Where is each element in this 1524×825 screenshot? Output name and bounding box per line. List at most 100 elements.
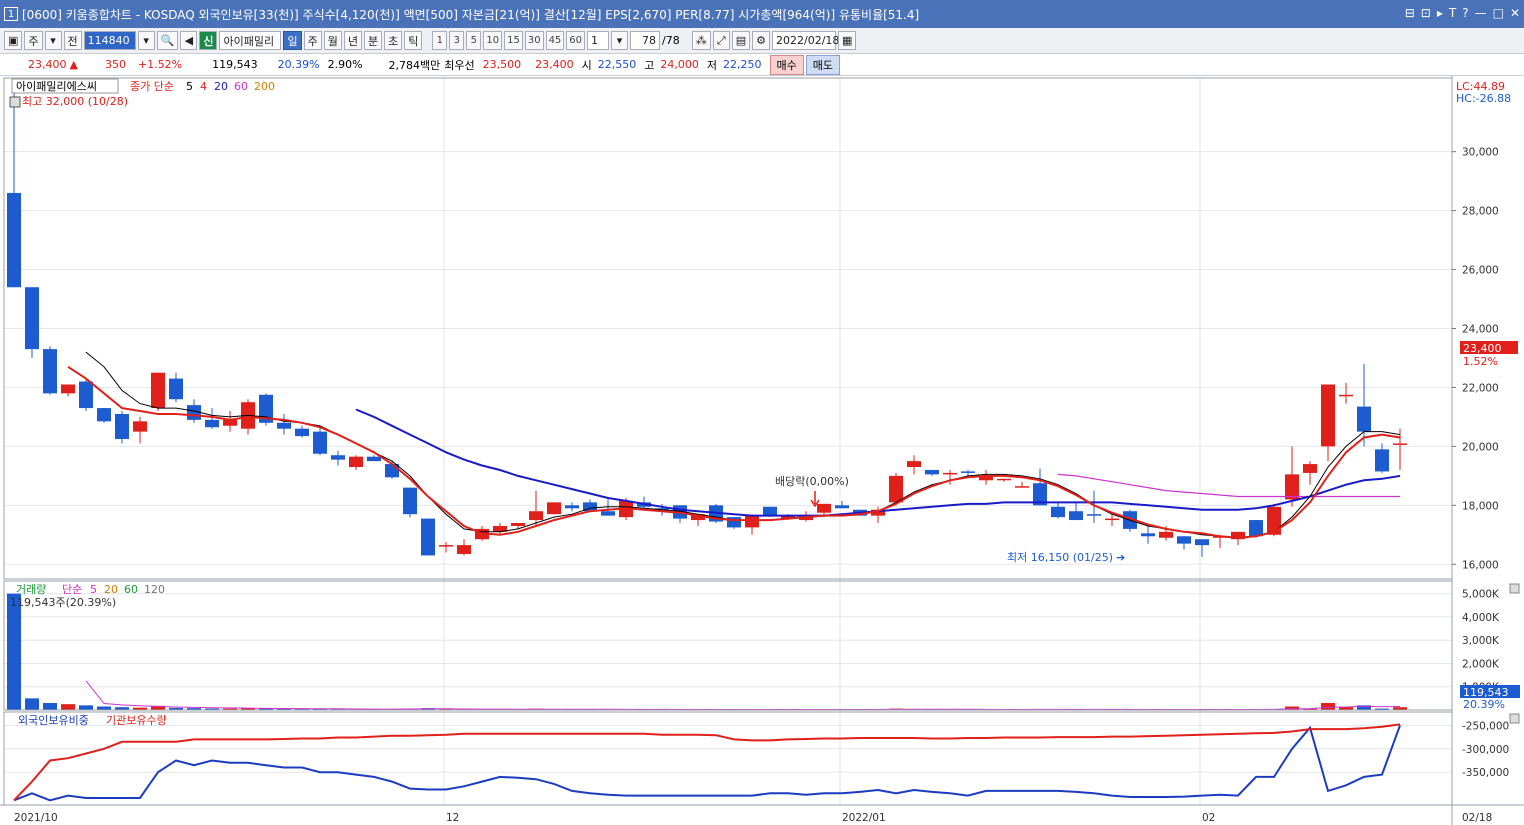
legend-ma200: 200 [254,80,275,93]
legend-ma60: 60 [234,80,248,93]
minimize-icon[interactable]: — [1475,6,1487,20]
settings-icon[interactable]: ⚙ [752,31,771,50]
volume-tick-label: 4,000K [1462,612,1500,624]
holding-scroll-icon[interactable] [1509,713,1520,724]
font-icon[interactable]: T [1449,6,1456,20]
interval-5-button[interactable]: 5 [466,31,482,50]
institution-holding-legend: 기관보유수량 [106,714,167,727]
indicator-icon[interactable]: ⁂ [691,31,711,50]
candle-body [1069,511,1083,521]
last-volume-pct: 20.39% [1463,698,1505,711]
date-input[interactable]: 2022/02/18 [772,31,839,50]
interval-dropdown-icon[interactable]: ▾ [611,31,629,50]
help-icon[interactable]: ? [1462,6,1468,20]
candle-body [1159,531,1173,538]
period-minute-tab[interactable]: 분 [363,31,383,50]
low-label: 저 [706,58,718,72]
high-annotation: 최고 32,000 (10/28) [22,95,128,108]
volume-readout: 119,543주(20.39%) [10,596,116,609]
prev-stock-button[interactable]: 전 [63,31,82,50]
period-week-tab[interactable]: 주 [303,31,322,50]
candle-body [889,475,903,503]
candle-body [1051,506,1065,518]
candle-body [511,523,525,526]
open-label: 시 [581,58,592,72]
current-price: 23,400 [28,58,67,71]
up-arrow-icon: ▲ [69,58,78,71]
holding-tick-label: -350,000 [1462,767,1509,779]
x-tick-label: 2021/10 [14,812,58,824]
candle-body [1357,406,1371,432]
candle-body [43,349,57,394]
vol-legend-ma120: 120 [144,583,165,596]
vol-legend-ma60: 60 [124,583,138,596]
candle-body [547,502,561,515]
buy-button[interactable]: 매수 [769,54,804,75]
candle-body [1267,506,1281,535]
high-price: 24,000 [660,58,699,71]
candle-body [349,456,363,468]
search-icon[interactable]: 🔍 [156,31,179,50]
price-tick-label: 18,000 [1462,500,1499,512]
count-total: /78 [662,34,680,47]
close-icon[interactable]: ✕ [1510,6,1520,20]
layout-icon[interactable]: ⊟ [1405,6,1415,20]
candle-body [817,503,831,513]
pin-icon[interactable]: ▸ [1437,6,1443,20]
last-pct-label: 1.52% [1463,355,1498,368]
restore-layout-icon[interactable]: ⊡ [1421,6,1431,20]
interval-15-button[interactable]: 15 [504,31,523,50]
sound-icon[interactable]: ◀︎ [180,31,198,50]
sell-button[interactable]: 매도 [805,54,841,75]
volume-bar [1321,703,1335,710]
save-icon[interactable]: ▤ [731,31,751,50]
quote-bar: 23,400 ▲ 350 +1.52% 119,543 20.39% 2.90%… [0,54,1524,76]
price-tick-label: 28,000 [1462,206,1499,218]
price-tick-label: 30,000 [1462,147,1499,159]
legend-ma4: 4 [200,80,207,93]
candle-body [1105,518,1119,521]
interval-45-button[interactable]: 45 [545,31,565,50]
calendar-icon[interactable]: ▦ [838,31,857,50]
stock-name-field: 아이패밀리 [219,31,282,50]
period-month-tab[interactable]: 월 [323,31,342,50]
volume-legend-label: 단순 [62,583,82,596]
interval-30-button[interactable]: 30 [524,31,544,50]
interval-select[interactable]: 1 [587,31,610,50]
interval-3-button[interactable]: 3 [449,31,465,50]
period-second-tab[interactable]: 초 [384,31,403,50]
code-dropdown-icon[interactable]: ▾ [137,31,155,50]
change-percent: +1.52% [137,58,183,71]
maximize-icon[interactable]: □ [1493,6,1504,20]
candle-body [727,517,741,528]
market-type-select[interactable]: 주 [24,31,43,50]
window-number-badge: 1 [4,7,18,21]
interval-60-button[interactable]: 60 [566,31,586,50]
count-input[interactable]: 78 [630,31,661,50]
chart-toolbar: ▣ 주 ▾ 전 114840 ▾ 🔍 ◀︎ 신 아이패밀리 일 주 월 년 분 … [0,28,1524,54]
candle-body [439,545,453,547]
chart-area[interactable]: 2021/10 12 2022/01 02 02/18 16,000 18,000 20,00… [0,76,1524,825]
volume-tick-label: 2,000K [1462,658,1500,670]
draw-tool-icon[interactable]: ⤢ [712,31,730,50]
candle-body [457,545,471,554]
market-dropdown-icon[interactable]: ▾ [44,31,62,50]
legend-ma20: 20 [214,80,228,93]
chart-menu-icon[interactable]: ▣ [4,31,23,50]
candle-body [745,515,759,528]
candle-body [835,505,849,509]
candle-body [529,511,543,521]
period-year-tab[interactable]: 년 [343,31,362,50]
volume-scroll-icon[interactable] [1509,583,1520,594]
interval-10-button[interactable]: 10 [483,31,503,50]
hc-label: HC:-26.88 [1456,92,1511,105]
stock-code-input[interactable]: 114840 [83,31,136,50]
candle-body [1393,443,1407,445]
low-arrow-icon: ➔ [1116,551,1125,564]
period-day-tab[interactable]: 일 [283,31,302,50]
candle-body [1087,514,1101,516]
volume-bar [79,705,93,710]
volume-tick-label: 5,000K [1462,589,1500,601]
interval-1-button[interactable]: 1 [432,31,448,50]
period-tick-tab[interactable]: 틱 [404,31,423,50]
